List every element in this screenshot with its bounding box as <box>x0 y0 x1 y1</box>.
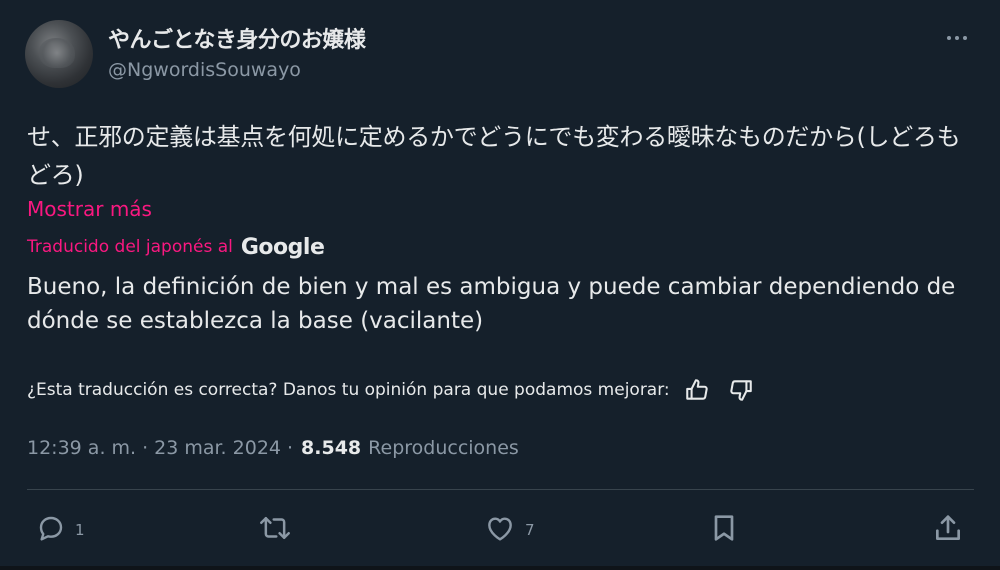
translated-from-label: Traducido del japonés al <box>27 237 233 257</box>
post-detail: やんごとなき身分のお嬢様 @NgwordisSouwayo せ、正邪の定義は基点… <box>0 0 1000 570</box>
share-icon <box>932 512 964 548</box>
author-display-name[interactable]: やんごとなき身分のお嬢様 <box>108 22 366 54</box>
repost-icon <box>258 512 292 548</box>
post-translation-text: Bueno, la definición de bien y mal es am… <box>27 274 956 334</box>
meta-separator: · <box>287 437 294 459</box>
reply-count: 1 <box>75 521 85 539</box>
show-more-link[interactable]: Mostrar más <box>27 197 152 221</box>
views-count: 8.548 <box>301 437 362 459</box>
google-logo: Google <box>240 234 325 260</box>
like-button[interactable]: 7 <box>483 508 535 552</box>
meta-separator: · <box>142 437 149 459</box>
post-time[interactable]: 12:39 a. m. <box>27 437 136 459</box>
views-label: Reproducciones <box>368 437 519 459</box>
bookmark-icon <box>708 512 740 548</box>
post-date[interactable]: 23 mar. 2024 <box>154 437 281 459</box>
reply-icon <box>35 512 67 548</box>
author-handle[interactable]: @NgwordisSouwayo <box>108 59 301 81</box>
bottom-edge <box>0 566 1000 570</box>
translation-feedback: ¿Esta traducción es correcta? Danos tu o… <box>27 374 758 406</box>
divider <box>27 489 974 490</box>
post-original-text: せ、正邪の定義は基点を何処に定めるかでどうにでも変わる曖昧なものだから(しどろも… <box>27 123 961 189</box>
translation-attribution: Traducido del japonés al Google <box>27 232 325 262</box>
reply-button[interactable]: 1 <box>35 508 85 552</box>
like-icon <box>483 512 517 548</box>
bookmark-button[interactable] <box>708 508 740 552</box>
repost-button[interactable] <box>258 508 292 552</box>
like-count: 7 <box>525 521 535 539</box>
thumbs-up-icon[interactable] <box>680 374 714 406</box>
feedback-prompt: ¿Esta traducción es correcta? Danos tu o… <box>27 380 670 400</box>
post-meta: 12:39 a. m. · 23 mar. 2024 · 8.548 Repro… <box>27 433 519 463</box>
share-button[interactable] <box>932 508 964 552</box>
more-icon[interactable] <box>940 26 974 50</box>
thumbs-down-icon[interactable] <box>724 374 758 406</box>
avatar[interactable] <box>25 20 93 88</box>
